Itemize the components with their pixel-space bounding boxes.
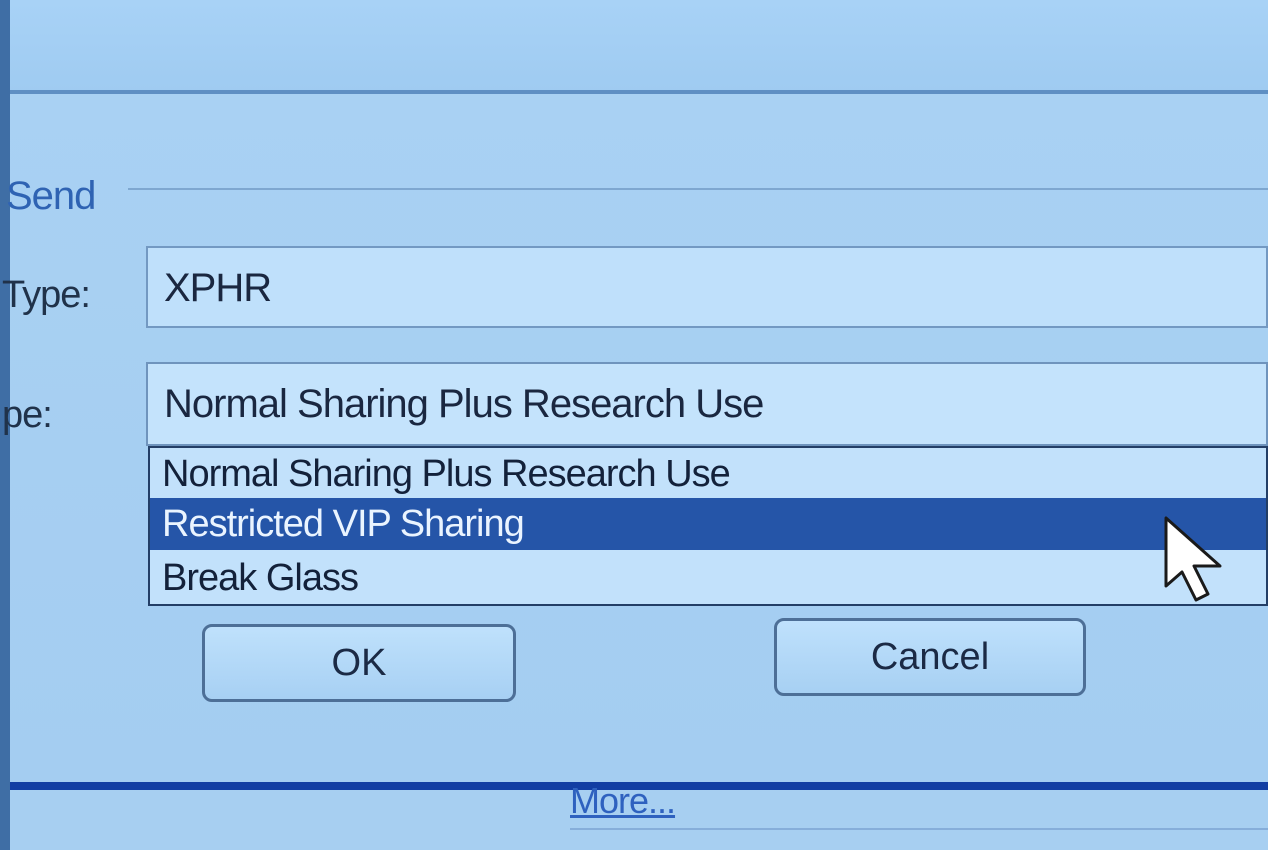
more-link[interactable]: More...	[570, 780, 676, 822]
cancel-button[interactable]: Cancel	[774, 618, 1086, 696]
section-title: Send	[6, 174, 96, 218]
type-field[interactable]: XPHR	[146, 246, 1268, 328]
type-label: Type:	[2, 274, 91, 316]
type-field-value: XPHR	[164, 266, 272, 310]
ok-button[interactable]: OK	[202, 624, 516, 702]
sharing-type-selected-value: Normal Sharing Plus Research Use	[164, 382, 764, 426]
dropdown-option-normal-sharing[interactable]: Normal Sharing Plus Research Use	[150, 448, 1266, 500]
sharing-type-dropdown-list[interactable]: Normal Sharing Plus Research Use Restric…	[148, 446, 1268, 606]
dropdown-option-restricted-vip-sharing[interactable]: Restricted VIP Sharing	[150, 498, 1266, 550]
sharing-type-combobox[interactable]: Normal Sharing Plus Research Use	[146, 362, 1268, 446]
section-divider	[128, 188, 1268, 190]
bottom-line	[570, 828, 1268, 830]
sharing-type-label: pe:	[2, 394, 53, 436]
mouse-pointer-icon	[1164, 516, 1222, 602]
top-band	[10, 0, 1268, 92]
dropdown-option-break-glass[interactable]: Break Glass	[150, 552, 1266, 604]
